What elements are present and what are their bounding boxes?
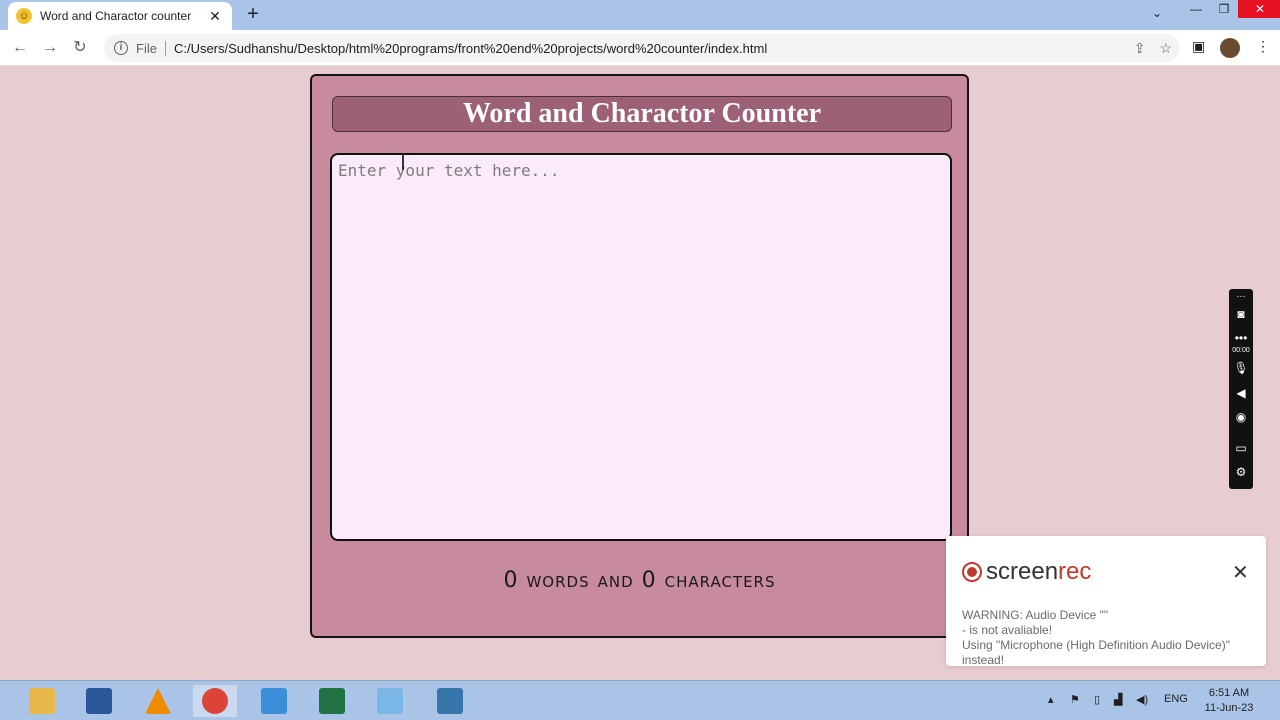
battery-icon[interactable]: ▯ — [1094, 693, 1100, 706]
address-bar[interactable]: i File C:/Users/Sudhanshu/Desktop/html%2… — [104, 34, 1180, 62]
word-icon — [86, 688, 112, 714]
screenrec-logo: screenrec — [962, 558, 1091, 586]
browser-toolbar: ← → ↻ i File C:/Users/Sudhanshu/Desktop/… — [0, 30, 1280, 66]
share-icon[interactable]: ⇪ — [1134, 40, 1146, 57]
tab-search-chevron-icon[interactable]: ⌄ — [1152, 6, 1162, 20]
word-character-count: 0 words and 0 characters — [503, 568, 776, 593]
url-text[interactable]: C:/Users/Sudhanshu/Desktop/html%20progra… — [174, 41, 767, 56]
excel-icon — [319, 688, 345, 714]
excel-app[interactable] — [310, 685, 354, 717]
file-scheme-label: File — [136, 40, 166, 56]
vlc-cone-icon — [145, 688, 171, 714]
record-icon — [962, 562, 982, 582]
window-close-button[interactable]: ✕ — [1238, 0, 1280, 18]
python-icon — [437, 688, 463, 714]
reload-icon[interactable]: ↻ — [70, 38, 90, 58]
side-panel-icon[interactable]: ▣ — [1192, 38, 1205, 55]
menu-kebab-icon[interactable]: ⋮ — [1256, 38, 1270, 55]
bookmark-star-icon[interactable]: ☆ — [1159, 40, 1172, 57]
paint-app[interactable] — [252, 685, 296, 717]
warning-message: WARNING: Audio Device "" - is not avalia… — [962, 608, 1230, 667]
microphone-icon[interactable]: 🎙 — [1229, 361, 1253, 375]
network-icon[interactable]: ▟ — [1114, 693, 1122, 706]
folder-icon — [29, 688, 55, 714]
page-title: Word and Charactor Counter — [462, 98, 822, 129]
file-explorer-app[interactable] — [20, 685, 64, 717]
tab-title: Word and Charactor counter — [40, 9, 192, 23]
screenrec-toolbar: ⋯ ◙ ••• 00:00 🎙 ◀ ◉ ▭ ⚙ — [1229, 289, 1253, 489]
windows-taskbar: ▴ ⚑ ▯ ▟ ◀) ENG 6:51 AM 11-Jun-23 — [0, 680, 1280, 720]
python-app[interactable] — [428, 685, 472, 717]
profile-avatar[interactable] — [1220, 38, 1240, 58]
title-bar: Word and Charactor Counter — [332, 96, 952, 132]
camera-icon[interactable]: ◙ — [1229, 307, 1253, 321]
word-app[interactable] — [77, 685, 121, 717]
browser-tab-bar: ☺ Word and Charactor counter ✕ + ⌄ — ❐ ✕ — [0, 0, 1280, 30]
clock[interactable]: 6:51 AM 11-Jun-23 — [1200, 686, 1258, 716]
language-indicator[interactable]: ENG — [1164, 693, 1188, 705]
counter-card: Word and Charactor Counter 0 words and 0… — [310, 74, 969, 638]
drag-handle-icon[interactable]: ⋯ — [1229, 291, 1253, 302]
settings-gear-icon[interactable]: ⚙ — [1229, 465, 1253, 479]
text-cursor-icon — [402, 154, 404, 170]
flag-icon[interactable]: ⚑ — [1070, 693, 1080, 706]
info-icon[interactable]: i — [114, 41, 128, 55]
timer-label: 00:00 — [1232, 347, 1250, 354]
notepad-app[interactable] — [368, 685, 412, 717]
chrome-app[interactable] — [193, 685, 237, 717]
browser-tab[interactable]: ☺ Word and Charactor counter ✕ — [8, 2, 232, 30]
webcam-icon[interactable]: ◉ — [1229, 410, 1253, 424]
screenrec-notification: screenrec ✕ WARNING: Audio Device "" - i… — [946, 536, 1266, 667]
window-icon[interactable]: ▭ — [1229, 441, 1253, 455]
toast-close-icon[interactable]: ✕ — [1232, 560, 1249, 585]
chrome-icon — [202, 688, 228, 714]
volume-icon[interactable]: ◀) — [1136, 693, 1148, 706]
paint-icon — [261, 688, 287, 714]
tray-chevron-icon[interactable]: ▴ — [1048, 693, 1054, 706]
smiley-favicon-icon: ☺ — [16, 8, 32, 24]
speaker-icon[interactable]: ◀ — [1229, 386, 1253, 400]
minimize-button[interactable]: — — [1182, 0, 1210, 18]
tab-close-icon[interactable]: ✕ — [206, 8, 224, 25]
back-arrow-icon[interactable]: ← — [10, 38, 30, 58]
notepad-icon — [377, 688, 403, 714]
vlc-app[interactable] — [136, 685, 180, 717]
text-input-area[interactable] — [330, 153, 952, 541]
more-icon[interactable]: ••• — [1229, 331, 1253, 345]
new-tab-button[interactable]: + — [242, 3, 264, 25]
forward-arrow-icon[interactable]: → — [40, 38, 60, 58]
restore-button[interactable]: ❐ — [1210, 0, 1238, 18]
